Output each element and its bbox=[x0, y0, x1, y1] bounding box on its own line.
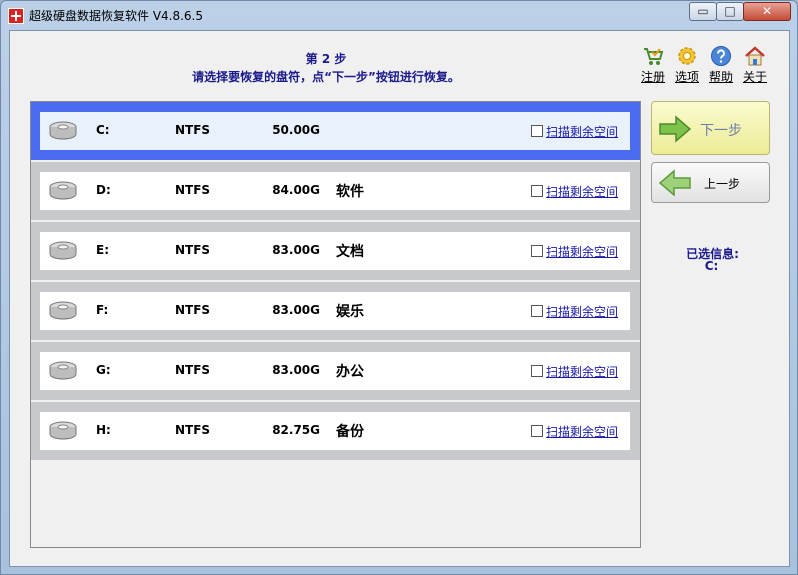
drive-letter: G: bbox=[96, 363, 111, 377]
drive-size: 83.00G bbox=[272, 363, 320, 377]
scan-free-space-link[interactable]: 扫描剩余空间 bbox=[546, 303, 618, 320]
help-label: 帮助 bbox=[708, 70, 733, 84]
scan-free-space-link[interactable]: 扫描剩余空间 bbox=[546, 123, 618, 140]
drive-row[interactable]: C: NTFS 50.00G 扫描剩余空间 bbox=[31, 102, 640, 160]
help-icon bbox=[711, 46, 731, 66]
volume-label: 软件 bbox=[336, 184, 364, 200]
cart-icon bbox=[644, 48, 664, 65]
close-icon: ✕ bbox=[761, 4, 773, 18]
home-icon bbox=[745, 46, 765, 66]
drive-letter: C: bbox=[96, 123, 110, 137]
drive-letter: F: bbox=[96, 303, 109, 317]
step-instruction: 请选择要恢复的盘符，点“下一步”按钮进行恢复。 bbox=[192, 70, 460, 84]
prev-step-button[interactable]: 上一步 bbox=[651, 162, 770, 203]
scan-free-space-checkbox[interactable] bbox=[531, 425, 543, 437]
maximize-button[interactable]: □ bbox=[716, 2, 744, 21]
drive-card[interactable]: H: NTFS 82.75G 备份 扫描剩余空间 bbox=[40, 412, 630, 450]
drive-card[interactable]: E: NTFS 83.00G 文档 扫描剩余空间 bbox=[40, 232, 630, 270]
scan-free-space-checkbox[interactable] bbox=[531, 365, 543, 377]
arrow-right-icon bbox=[659, 115, 692, 143]
title-bar[interactable]: 超级硬盘数据恢复软件 V4.8.6.5 ▭ □ ✕ bbox=[1, 1, 797, 29]
drive-card[interactable]: F: NTFS 83.00G 娱乐 扫描剩余空间 bbox=[40, 292, 630, 330]
scan-free-space-checkbox[interactable] bbox=[531, 245, 543, 257]
prev-step-label: 上一步 bbox=[704, 177, 741, 191]
hard-disk-icon bbox=[49, 241, 77, 260]
scan-free-space-link[interactable]: 扫描剩余空间 bbox=[546, 243, 618, 260]
close-button[interactable]: ✕ bbox=[743, 2, 791, 21]
file-system: NTFS bbox=[175, 363, 211, 377]
drive-card[interactable]: D: NTFS 84.00G 软件 扫描剩余空间 bbox=[40, 172, 630, 210]
drive-letter: E: bbox=[96, 243, 109, 257]
app-icon bbox=[8, 8, 24, 24]
help-button[interactable]: 帮助 bbox=[706, 45, 736, 85]
about-button[interactable]: 关于 bbox=[740, 45, 770, 85]
hard-disk-icon bbox=[49, 301, 77, 320]
scan-free-space-checkbox[interactable] bbox=[531, 185, 543, 197]
drive-letter: H: bbox=[96, 423, 111, 437]
drive-row[interactable]: D: NTFS 84.00G 软件 扫描剩余空间 bbox=[31, 162, 640, 220]
step-title: 第 2 步 bbox=[305, 52, 347, 66]
next-step-label: 下一步 bbox=[700, 123, 742, 139]
drive-size: 83.00G bbox=[272, 303, 320, 317]
scan-free-space-checkbox[interactable] bbox=[531, 305, 543, 317]
register-button[interactable]: 注册 bbox=[638, 45, 668, 85]
client-area: 第 2 步 请选择要恢复的盘符，点“下一步”按钮进行恢复。 注册 选项 帮助 关… bbox=[9, 30, 790, 567]
volume-label: 文档 bbox=[336, 244, 364, 260]
register-label: 注册 bbox=[640, 70, 665, 84]
file-system: NTFS bbox=[175, 123, 211, 137]
selected-info-value: C: bbox=[704, 259, 719, 273]
hard-disk-icon bbox=[49, 181, 77, 200]
drive-size: 50.00G bbox=[272, 123, 320, 137]
window-title: 超级硬盘数据恢复软件 V4.8.6.5 bbox=[29, 9, 204, 23]
hard-disk-icon bbox=[49, 421, 77, 440]
drive-row[interactable]: H: NTFS 82.75G 备份 扫描剩余空间 bbox=[31, 402, 640, 460]
volume-label: 备份 bbox=[336, 424, 364, 440]
scan-free-space-checkbox[interactable] bbox=[531, 125, 543, 137]
drive-letter: D: bbox=[96, 183, 111, 197]
hard-disk-icon bbox=[49, 361, 77, 380]
drive-row[interactable]: F: NTFS 83.00G 娱乐 扫描剩余空间 bbox=[31, 282, 640, 340]
drive-size: 83.00G bbox=[272, 243, 320, 257]
file-system: NTFS bbox=[175, 303, 211, 317]
options-label: 选项 bbox=[674, 70, 699, 84]
drive-size: 84.00G bbox=[272, 183, 320, 197]
file-system: NTFS bbox=[175, 243, 211, 257]
drive-row[interactable]: E: NTFS 83.00G 文档 扫描剩余空间 bbox=[31, 222, 640, 280]
drive-card[interactable]: C: NTFS 50.00G 扫描剩余空间 bbox=[40, 112, 630, 150]
maximize-icon: □ bbox=[724, 4, 736, 18]
hard-disk-icon bbox=[49, 121, 77, 140]
about-label: 关于 bbox=[742, 70, 767, 84]
drive-row[interactable]: G: NTFS 83.00G 办公 扫描剩余空间 bbox=[31, 342, 640, 400]
options-button[interactable]: 选项 bbox=[672, 45, 702, 85]
app-window: 超级硬盘数据恢复软件 V4.8.6.5 ▭ □ ✕ 第 2 步 请选择要恢复的盘… bbox=[0, 0, 798, 575]
file-system: NTFS bbox=[175, 423, 211, 437]
next-step-button[interactable]: 下一步 bbox=[651, 101, 770, 155]
volume-label: 娱乐 bbox=[336, 304, 364, 320]
drive-card[interactable]: G: NTFS 83.00G 办公 扫描剩余空间 bbox=[40, 352, 630, 390]
gear-icon bbox=[678, 47, 696, 65]
drive-size: 82.75G bbox=[272, 423, 320, 437]
arrow-left-icon bbox=[658, 169, 691, 197]
scan-free-space-link[interactable]: 扫描剩余空间 bbox=[546, 423, 618, 440]
scan-free-space-link[interactable]: 扫描剩余空间 bbox=[546, 183, 618, 200]
drive-list: C: NTFS 50.00G 扫描剩余空间 D: NTFS 84.00G 软件 … bbox=[30, 101, 641, 548]
minimize-button[interactable]: ▭ bbox=[689, 2, 717, 21]
scan-free-space-link[interactable]: 扫描剩余空间 bbox=[546, 363, 618, 380]
minimize-icon: ▭ bbox=[697, 4, 709, 18]
file-system: NTFS bbox=[175, 183, 211, 197]
volume-label: 办公 bbox=[336, 364, 364, 380]
